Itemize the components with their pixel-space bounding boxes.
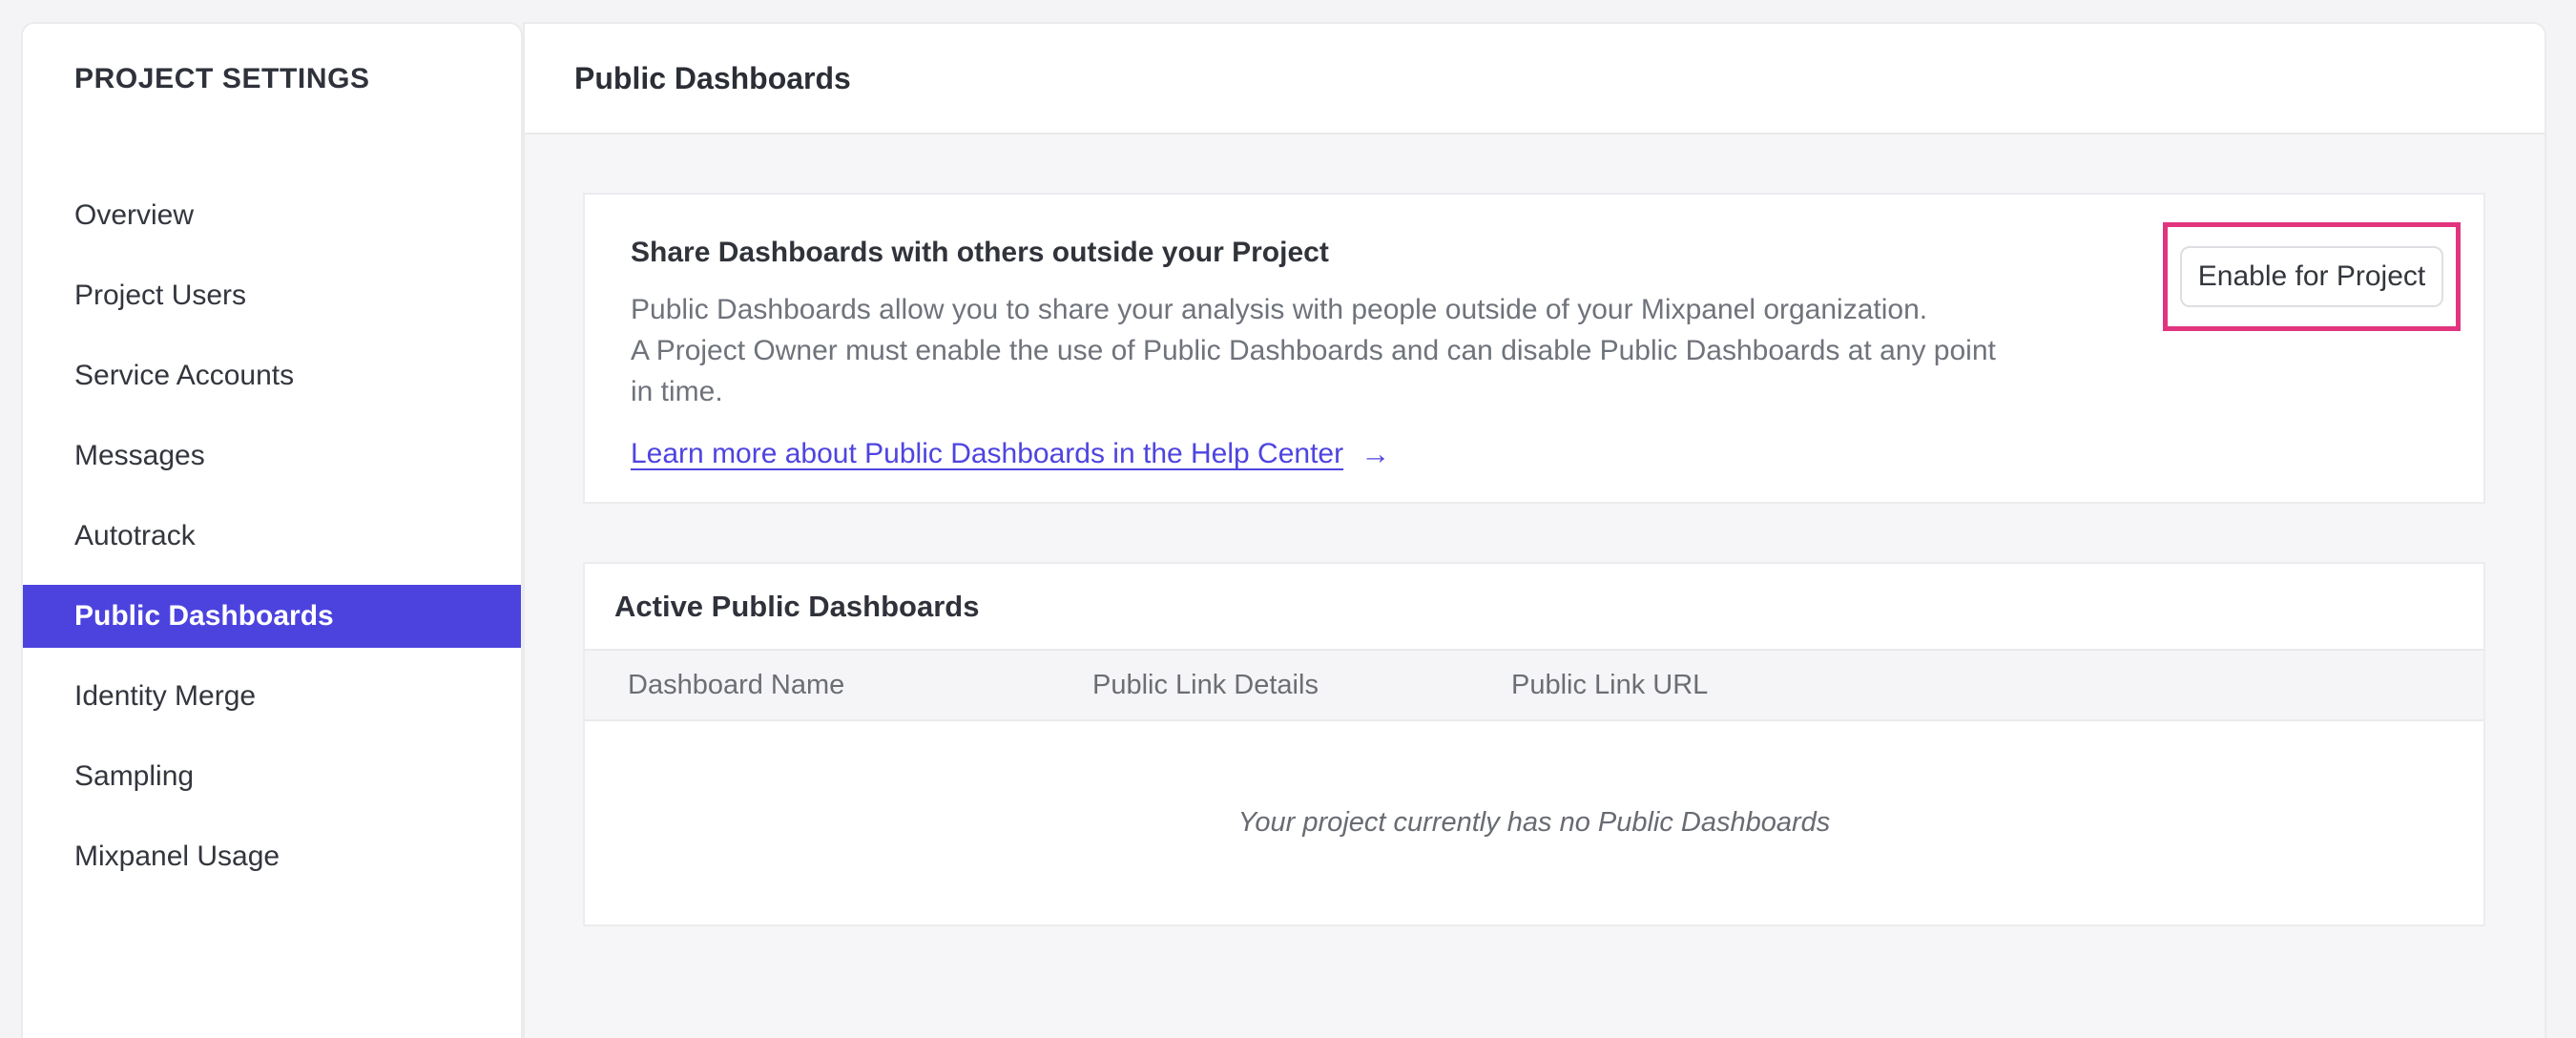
dashboards-table-header-row: Dashboard Name Public Link Details Public … — [585, 649, 2483, 721]
main-region: Public Dashboards Share Dashboards with … — [523, 22, 2546, 1038]
annotation-highlight-box: Enable for Project — [2163, 222, 2461, 331]
sidebar-title: PROJECT SETTINGS — [74, 63, 370, 94]
project-settings-sidebar: PROJECT SETTINGS Overview Project Users … — [21, 22, 523, 1038]
help-center-link-row: Learn more about Public Dashboards in th… — [631, 437, 2483, 471]
sidebar-item-overview[interactable]: Overview — [23, 176, 521, 256]
share-card-description-line: in time. — [631, 376, 723, 407]
active-dashboards-card: Active Public Dashboards Dashboard Name P… — [583, 562, 2485, 926]
arrow-right-icon: → — [1361, 437, 1391, 470]
table-column-header: Public Link URL — [1511, 669, 1709, 700]
sidebar-item-label[interactable]: Project Users — [23, 264, 521, 327]
table-column-header: Public Link Details — [1092, 669, 1319, 700]
enable-for-project-button[interactable]: Enable for Project — [2180, 246, 2443, 307]
sidebar-item-public-dashboards[interactable]: Public Dashboards — [23, 576, 521, 656]
sidebar-item-mixpanel-usage[interactable]: Mixpanel Usage — [23, 817, 521, 897]
sidebar-item-project-users[interactable]: Project Users — [23, 256, 521, 336]
sidebar-nav: Overview Project Users Service Accounts … — [23, 176, 521, 897]
sidebar-item-label[interactable]: Service Accounts — [23, 344, 521, 407]
sidebar-item-label[interactable]: Sampling — [23, 745, 521, 808]
sidebar-item-label[interactable]: Identity Merge — [23, 665, 521, 728]
table-column-header: Dashboard Name — [628, 669, 845, 700]
sidebar-item-identity-merge[interactable]: Identity Merge — [23, 656, 521, 737]
share-card-description-line: A Project Owner must enable the use of P… — [631, 335, 1996, 366]
sidebar-item-autotrack[interactable]: Autotrack — [23, 496, 521, 576]
active-card-heading: Active Public Dashboards — [614, 589, 980, 623]
sidebar-item-service-accounts[interactable]: Service Accounts — [23, 336, 521, 416]
dashboards-table-empty-body: Your project currently has no Public Das… — [585, 721, 2483, 924]
empty-state-message: Your project currently has no Public Das… — [1237, 807, 1831, 838]
main-header: Public Dashboards — [525, 24, 2545, 135]
help-center-link[interactable]: Learn more about Public Dashboards in th… — [631, 438, 1343, 470]
sidebar-item-label[interactable]: Autotrack — [23, 505, 521, 568]
sidebar-item-label[interactable]: Overview — [23, 184, 521, 247]
main-content: Share Dashboards with others outside you… — [525, 135, 2545, 926]
sidebar-item-label[interactable]: Messages — [23, 425, 521, 488]
page-title: Public Dashboards — [574, 60, 851, 95]
sidebar-item-label[interactable]: Mixpanel Usage — [23, 825, 521, 888]
share-dashboards-card: Share Dashboards with others outside you… — [583, 193, 2485, 504]
sidebar-item-messages[interactable]: Messages — [23, 416, 521, 496]
sidebar-item-label[interactable]: Public Dashboards — [23, 585, 521, 648]
sidebar-item-sampling[interactable]: Sampling — [23, 737, 521, 817]
